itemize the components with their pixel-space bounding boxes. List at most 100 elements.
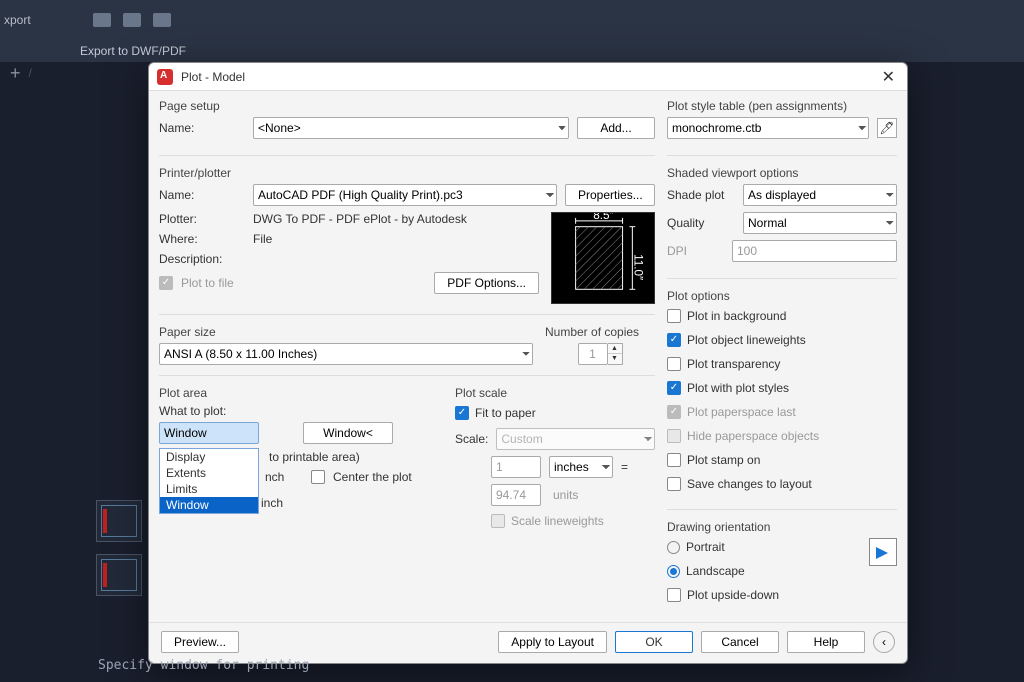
page-setup-section: Page setup Name: <None> Add... <box>159 99 655 145</box>
inch-label: nch <box>265 470 287 484</box>
autocad-icon <box>157 69 173 85</box>
section-heading: Plot options <box>667 289 897 303</box>
fit-to-paper-checkbox[interactable] <box>455 406 469 420</box>
equals-label: = <box>621 460 628 474</box>
copies-input <box>578 343 608 365</box>
plot-styles-checkbox[interactable] <box>667 381 681 395</box>
copies-section: Number of copies ▲▼ <box>545 325 655 365</box>
plot-stamp-checkbox[interactable] <box>667 453 681 467</box>
dropdown-option-limits[interactable]: Limits <box>160 481 258 497</box>
breadcrumb-text: Export to DWF/PDF <box>80 44 186 58</box>
plot-to-file-label: Plot to file <box>181 276 234 290</box>
plot-scale-section: Plot scale Fit to paper Scale: Custom in… <box>455 386 655 614</box>
tab-divider: / <box>29 66 32 80</box>
name-label: Name: <box>159 121 245 135</box>
orientation-icon <box>869 538 897 566</box>
plot-style-table-section: Plot style table (pen assignments) monoc… <box>667 99 897 145</box>
cancel-button[interactable]: Cancel <box>701 631 779 653</box>
shaded-viewport-section: Shaded viewport options Shade plot As di… <box>667 166 897 268</box>
edit-pen-icon[interactable]: 🖊 <box>877 118 897 138</box>
dpi-input <box>732 240 897 262</box>
toolbar-icon[interactable] <box>123 13 141 27</box>
svg-text:8.5″: 8.5″ <box>593 213 613 222</box>
scale-select: Custom <box>496 428 655 450</box>
paper-size-section: Paper size ANSI A (8.50 x 11.00 Inches) <box>159 325 533 365</box>
pdf-options-button[interactable]: PDF Options... <box>434 272 539 294</box>
upside-down-checkbox[interactable] <box>667 588 681 602</box>
shade-plot-select[interactable]: As displayed <box>743 184 897 206</box>
svg-text:11.0″: 11.0″ <box>631 254 644 280</box>
plotter-label: Plotter: <box>159 212 245 226</box>
preview-button[interactable]: Preview... <box>161 631 239 653</box>
section-heading: Shaded viewport options <box>667 166 897 180</box>
offset-suffix: to printable area) <box>269 450 360 464</box>
properties-button[interactable]: Properties... <box>565 184 655 206</box>
page-setup-name-select[interactable]: <None> <box>253 117 569 139</box>
close-icon[interactable]: ✕ <box>878 67 899 87</box>
dialog-title: Plot - Model <box>181 70 878 84</box>
save-layout-checkbox[interactable] <box>667 477 681 491</box>
toolbar-icon[interactable] <box>153 13 171 27</box>
plot-area-section: Plot area What to plot: Window Window< D… <box>159 386 443 614</box>
what-to-plot-select[interactable]: Window <box>159 422 259 444</box>
section-heading: Number of copies <box>545 325 655 339</box>
toolbar-icon[interactable] <box>93 13 111 27</box>
app-topbar: xport <box>0 0 1024 40</box>
name-label: Name: <box>159 188 245 202</box>
section-heading: Printer/plotter <box>159 166 655 180</box>
plot-background-checkbox[interactable] <box>667 309 681 323</box>
paper-preview: 8.5″ 11.0″ <box>551 212 655 304</box>
quality-select[interactable]: Normal <box>743 212 897 234</box>
command-line: Specify window for printing <box>98 658 309 673</box>
plot-transparency-checkbox[interactable] <box>667 357 681 371</box>
layout-thumb[interactable] <box>96 554 142 596</box>
printer-section: Printer/plotter Name: AutoCAD PDF (High … <box>159 166 655 304</box>
plot-options-section: Plot options Plot in background Plot obj… <box>667 289 897 499</box>
add-button[interactable]: Add... <box>577 117 655 139</box>
dropdown-option-display[interactable]: Display <box>160 449 258 465</box>
paper-size-select[interactable]: ANSI A (8.50 x 11.00 Inches) <box>159 343 533 365</box>
help-button[interactable]: Help <box>787 631 865 653</box>
scale-lineweights-label: Scale lineweights <box>511 514 604 528</box>
apply-to-layout-button[interactable]: Apply to Layout <box>498 631 607 653</box>
hide-paperspace-checkbox <box>667 429 681 443</box>
description-label: Description: <box>159 252 245 266</box>
inch-label: inch <box>261 496 283 510</box>
portrait-radio[interactable] <box>667 541 680 554</box>
breadcrumb: Export to DWF/PDF <box>0 40 1024 62</box>
dropdown-option-window[interactable]: Window <box>160 497 258 513</box>
quality-label: Quality <box>667 216 735 230</box>
ok-button[interactable]: OK <box>615 631 693 653</box>
layout-thumb[interactable] <box>96 500 142 542</box>
layout-thumbnails <box>96 500 142 596</box>
dropdown-option-extents[interactable]: Extents <box>160 465 258 481</box>
copies-stepper: ▲▼ <box>608 343 623 365</box>
where-label: Where: <box>159 232 245 246</box>
section-heading: Plot scale <box>455 386 655 400</box>
plot-paperspace-checkbox <box>667 405 681 419</box>
units-label: units <box>549 488 613 502</box>
plot-to-file-checkbox <box>159 276 173 290</box>
scale-lineweights-checkbox <box>491 514 505 528</box>
scale-num2-input <box>491 484 541 506</box>
collapse-icon[interactable]: ‹ <box>873 631 895 653</box>
section-heading: Paper size <box>159 325 533 339</box>
what-to-plot-dropdown[interactable]: Display Extents Limits Window <box>159 448 259 514</box>
center-plot-checkbox[interactable] <box>311 470 325 484</box>
plotter-value: DWG To PDF - PDF ePlot - by Autodesk <box>253 212 467 226</box>
scale-unit-select[interactable]: inches <box>549 456 613 478</box>
where-value: File <box>253 232 272 246</box>
landscape-radio[interactable] <box>667 565 680 578</box>
plot-lineweights-checkbox[interactable] <box>667 333 681 347</box>
window-pick-button[interactable]: Window< <box>303 422 393 444</box>
scale-num1-input <box>491 456 541 478</box>
section-heading: Drawing orientation <box>667 520 897 534</box>
section-heading: Plot style table (pen assignments) <box>667 99 897 113</box>
center-plot-label: Center the plot <box>333 470 412 484</box>
section-heading: Plot area <box>159 386 443 400</box>
export-label: xport <box>4 13 31 27</box>
printer-name-select[interactable]: AutoCAD PDF (High Quality Print).pc3 <box>253 184 557 206</box>
what-to-plot-label: What to plot: <box>159 404 443 418</box>
new-tab-button[interactable]: + <box>10 63 21 84</box>
plot-style-table-select[interactable]: monochrome.ctb <box>667 117 869 139</box>
